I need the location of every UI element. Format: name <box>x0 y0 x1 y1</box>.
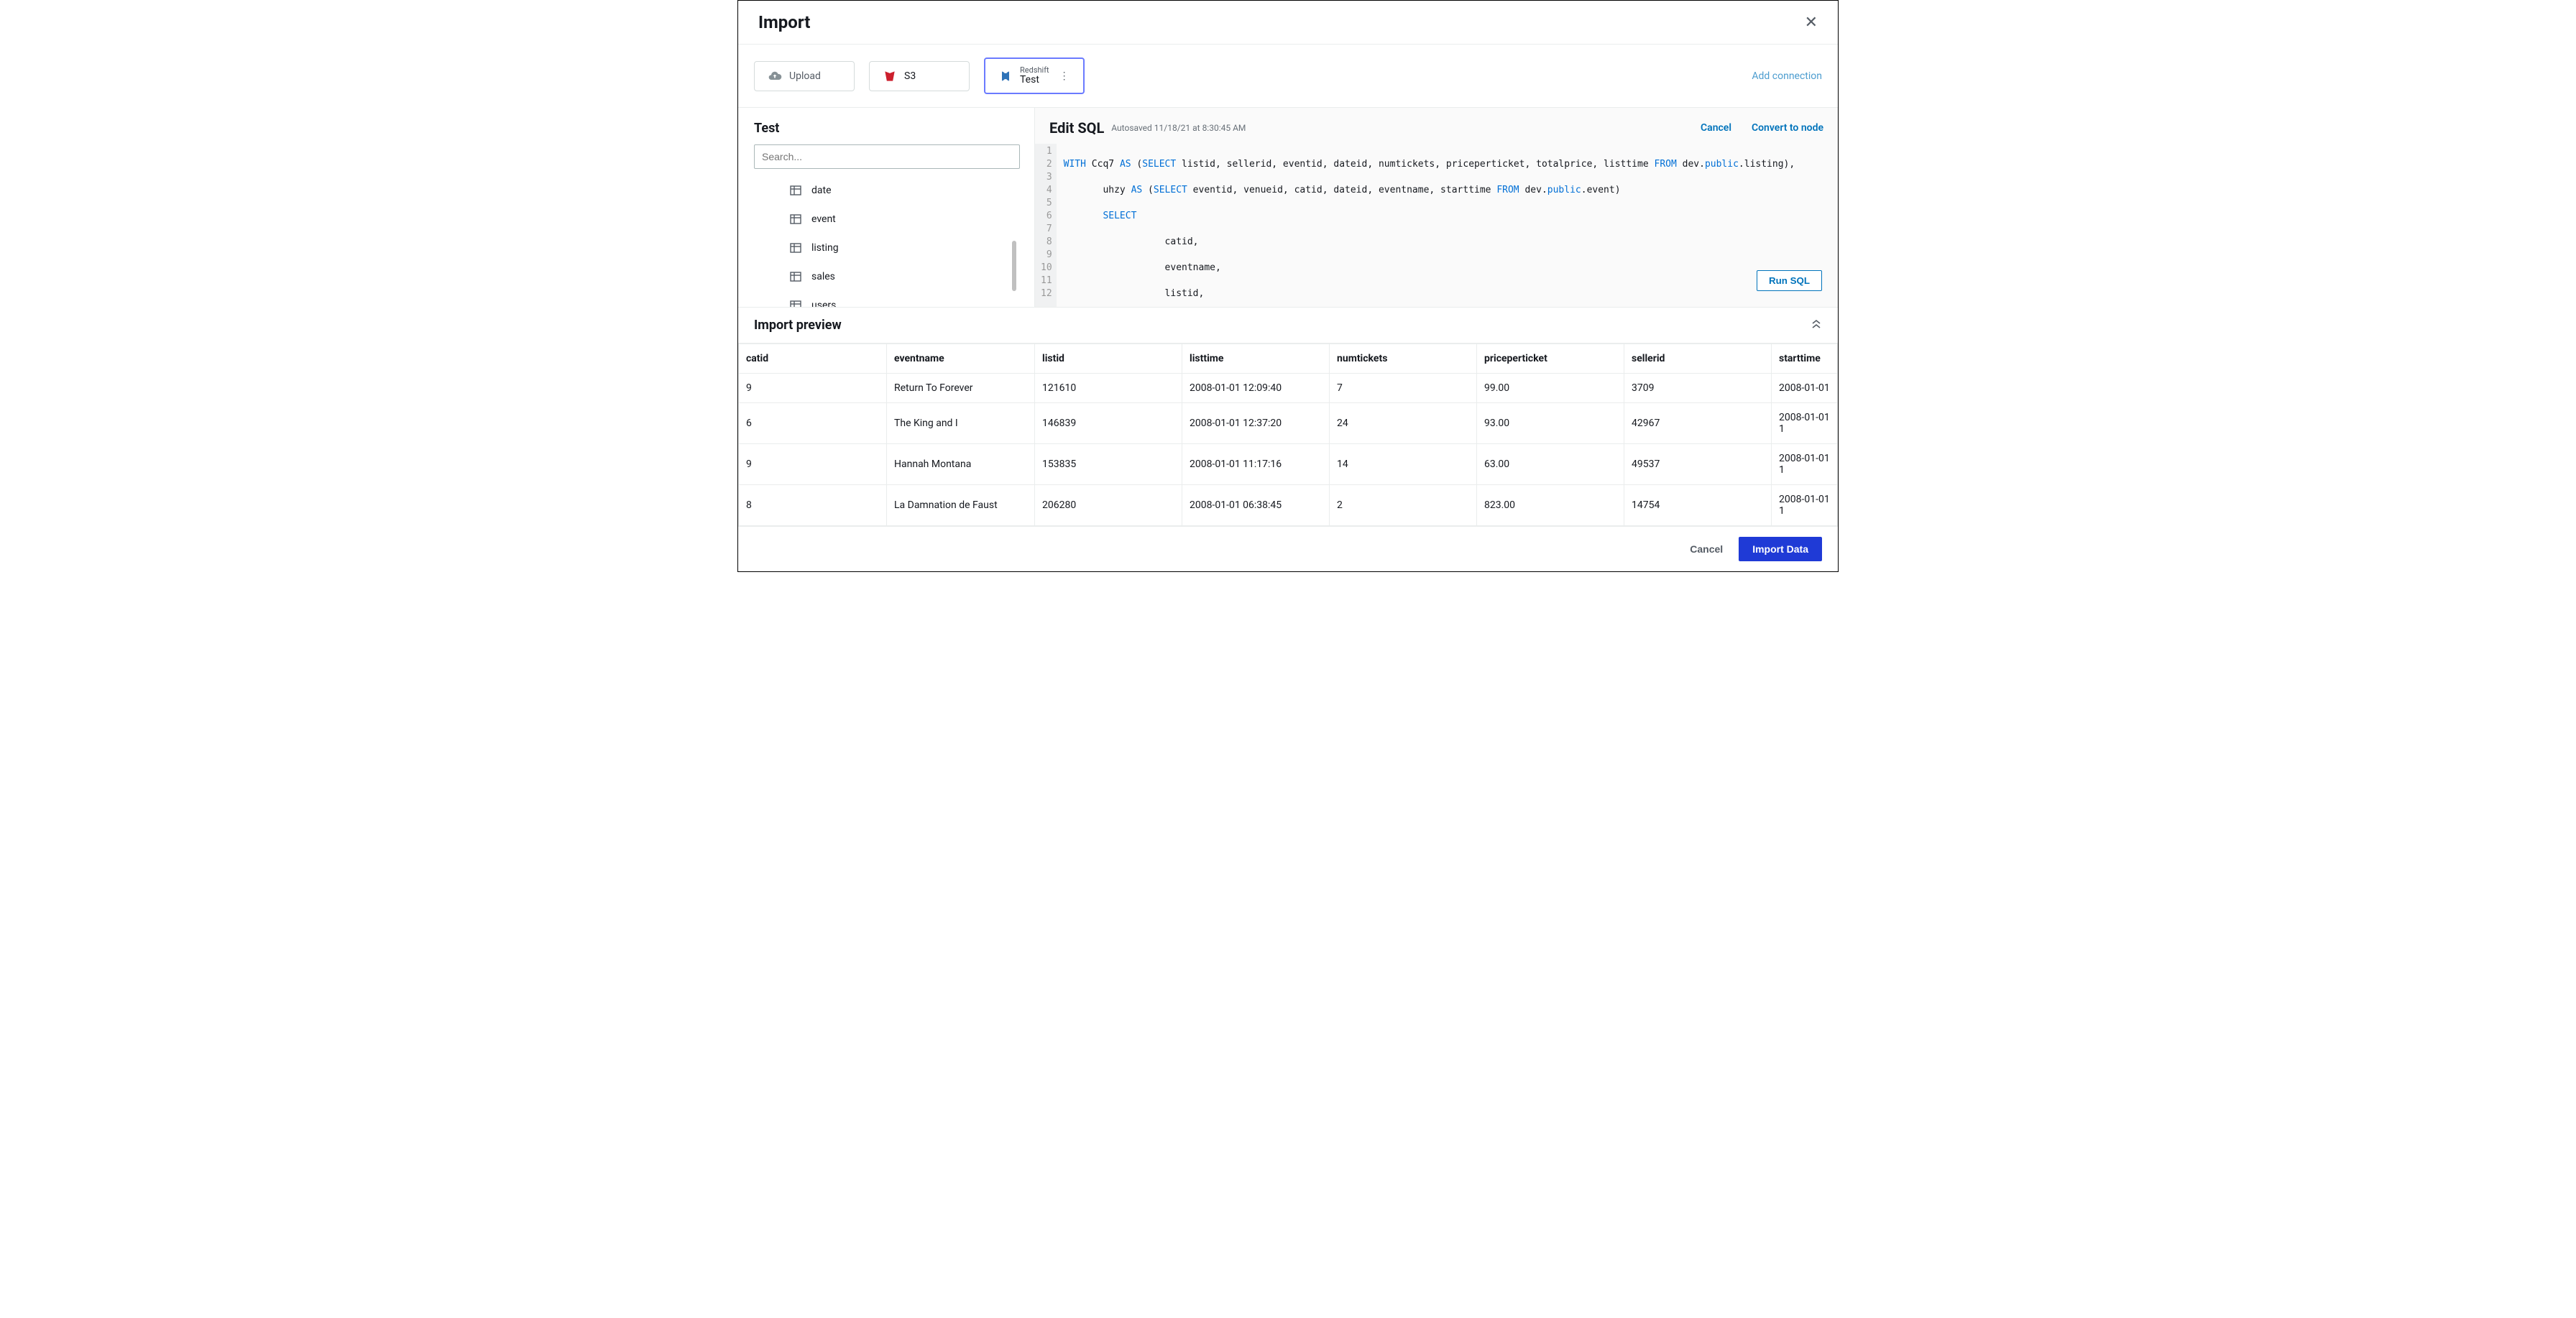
cell-sellerid: 3709 <box>1624 374 1772 403</box>
col-starttime[interactable]: starttime <box>1772 344 1838 374</box>
table-row[interactable]: 6The King and I1468392008-01-01 12:37:20… <box>739 403 1838 444</box>
col-catid[interactable]: catid <box>739 344 887 374</box>
table-icon <box>788 212 803 226</box>
redshift-icon <box>998 69 1013 83</box>
table-row[interactable]: 8La Damnation de Faust2062802008-01-01 0… <box>739 485 1838 526</box>
cell-starttime: 2008-01-01 <box>1772 374 1838 403</box>
cell-catid: 6 <box>739 403 887 444</box>
table-row[interactable]: 9Return To Forever1216102008-01-01 12:09… <box>739 374 1838 403</box>
editor-title: Edit SQL <box>1049 119 1104 137</box>
col-eventname[interactable]: eventname <box>887 344 1035 374</box>
col-listtime[interactable]: listtime <box>1182 344 1330 374</box>
preview-table: catid eventname listid listtime numticke… <box>738 344 1838 526</box>
cell-eventname: Hannah Montana <box>887 444 1035 485</box>
table-icon <box>788 183 803 198</box>
table-label: event <box>811 213 836 225</box>
s3-icon <box>883 69 897 83</box>
preview-title: Import preview <box>754 318 842 333</box>
source-upload[interactable]: Upload <box>754 61 855 91</box>
cell-eventname: La Damnation de Faust <box>887 485 1035 526</box>
cell-numtickets: 24 <box>1330 403 1477 444</box>
cell-priceperticket: 93.00 <box>1477 403 1624 444</box>
table-item-event[interactable]: event <box>754 205 1018 234</box>
search-input[interactable] <box>754 144 1020 169</box>
cell-priceperticket: 63.00 <box>1477 444 1624 485</box>
table-item-sales[interactable]: sales <box>754 262 1018 291</box>
cell-starttime: 2008-01-01 1 <box>1772 485 1838 526</box>
cell-listtime: 2008-01-01 06:38:45 <box>1182 485 1330 526</box>
cloud-upload-icon <box>768 69 782 83</box>
cell-listtime: 2008-01-01 12:09:40 <box>1182 374 1330 403</box>
kebab-icon[interactable]: ⋮ <box>1059 70 1070 82</box>
cell-listid: 153835 <box>1035 444 1182 485</box>
add-connection-link[interactable]: Add connection <box>1752 70 1822 82</box>
run-sql-button[interactable]: Run SQL <box>1757 270 1822 291</box>
col-sellerid[interactable]: sellerid <box>1624 344 1772 374</box>
collapse-icon[interactable] <box>1811 318 1822 333</box>
table-item-date[interactable]: date <box>754 176 1018 205</box>
autosave-status: Autosaved 11/18/21 at 8:30:45 AM <box>1111 123 1246 133</box>
cell-catid: 8 <box>739 485 887 526</box>
cell-listid: 146839 <box>1035 403 1182 444</box>
line-gutter: 123456789101112 <box>1035 144 1057 307</box>
table-header-row: catid eventname listid listtime numticke… <box>739 344 1838 374</box>
sql-editor[interactable]: 123456789101112 WITH Ccq7 AS (SELECT lis… <box>1035 144 1838 307</box>
convert-to-node[interactable]: Convert to node <box>1752 122 1823 134</box>
table-item-users[interactable]: users <box>754 291 1018 307</box>
sql-code[interactable]: WITH Ccq7 AS (SELECT listid, sellerid, e… <box>1057 144 1803 307</box>
col-numtickets[interactable]: numtickets <box>1330 344 1477 374</box>
import-data-button[interactable]: Import Data <box>1739 537 1822 561</box>
editor-cancel[interactable]: Cancel <box>1701 122 1731 134</box>
cell-sellerid: 49537 <box>1624 444 1772 485</box>
cell-starttime: 2008-01-01 1 <box>1772 403 1838 444</box>
table-label: sales <box>811 271 835 282</box>
table-label: listing <box>811 242 839 254</box>
close-icon[interactable]: ✕ <box>1805 14 1818 32</box>
cell-listid: 121610 <box>1035 374 1182 403</box>
cell-numtickets: 14 <box>1330 444 1477 485</box>
table-row[interactable]: 9Hannah Montana1538352008-01-01 11:17:16… <box>739 444 1838 485</box>
cell-listtime: 2008-01-01 12:37:20 <box>1182 403 1330 444</box>
table-label: users <box>811 300 836 307</box>
cell-eventname: Return To Forever <box>887 374 1035 403</box>
table-item-listing[interactable]: listing <box>754 234 1018 262</box>
cell-starttime: 2008-01-01 1 <box>1772 444 1838 485</box>
col-listid[interactable]: listid <box>1035 344 1182 374</box>
page-title: Import <box>758 12 810 32</box>
cell-priceperticket: 823.00 <box>1477 485 1624 526</box>
cell-sellerid: 14754 <box>1624 485 1772 526</box>
cell-catid: 9 <box>739 374 887 403</box>
connection-title: Test <box>754 121 1018 136</box>
table-icon <box>788 269 803 284</box>
source-upload-label: Upload <box>789 70 821 82</box>
table-label: date <box>811 185 832 196</box>
cell-numtickets: 2 <box>1330 485 1477 526</box>
cell-priceperticket: 99.00 <box>1477 374 1624 403</box>
cell-listtime: 2008-01-01 11:17:16 <box>1182 444 1330 485</box>
cell-numtickets: 7 <box>1330 374 1477 403</box>
cell-eventname: The King and I <box>887 403 1035 444</box>
source-s3-label: S3 <box>904 70 916 82</box>
source-redshift-main: Test <box>1020 75 1049 86</box>
scrollbar-thumb[interactable] <box>1012 241 1016 291</box>
cell-listid: 206280 <box>1035 485 1182 526</box>
table-icon <box>788 298 803 307</box>
cell-catid: 9 <box>739 444 887 485</box>
source-s3[interactable]: S3 <box>869 61 970 91</box>
source-redshift[interactable]: Redshift Test ⋮ <box>984 57 1085 94</box>
cell-sellerid: 42967 <box>1624 403 1772 444</box>
table-icon <box>788 241 803 255</box>
col-priceperticket[interactable]: priceperticket <box>1477 344 1624 374</box>
footer-cancel-button[interactable]: Cancel <box>1687 537 1726 561</box>
